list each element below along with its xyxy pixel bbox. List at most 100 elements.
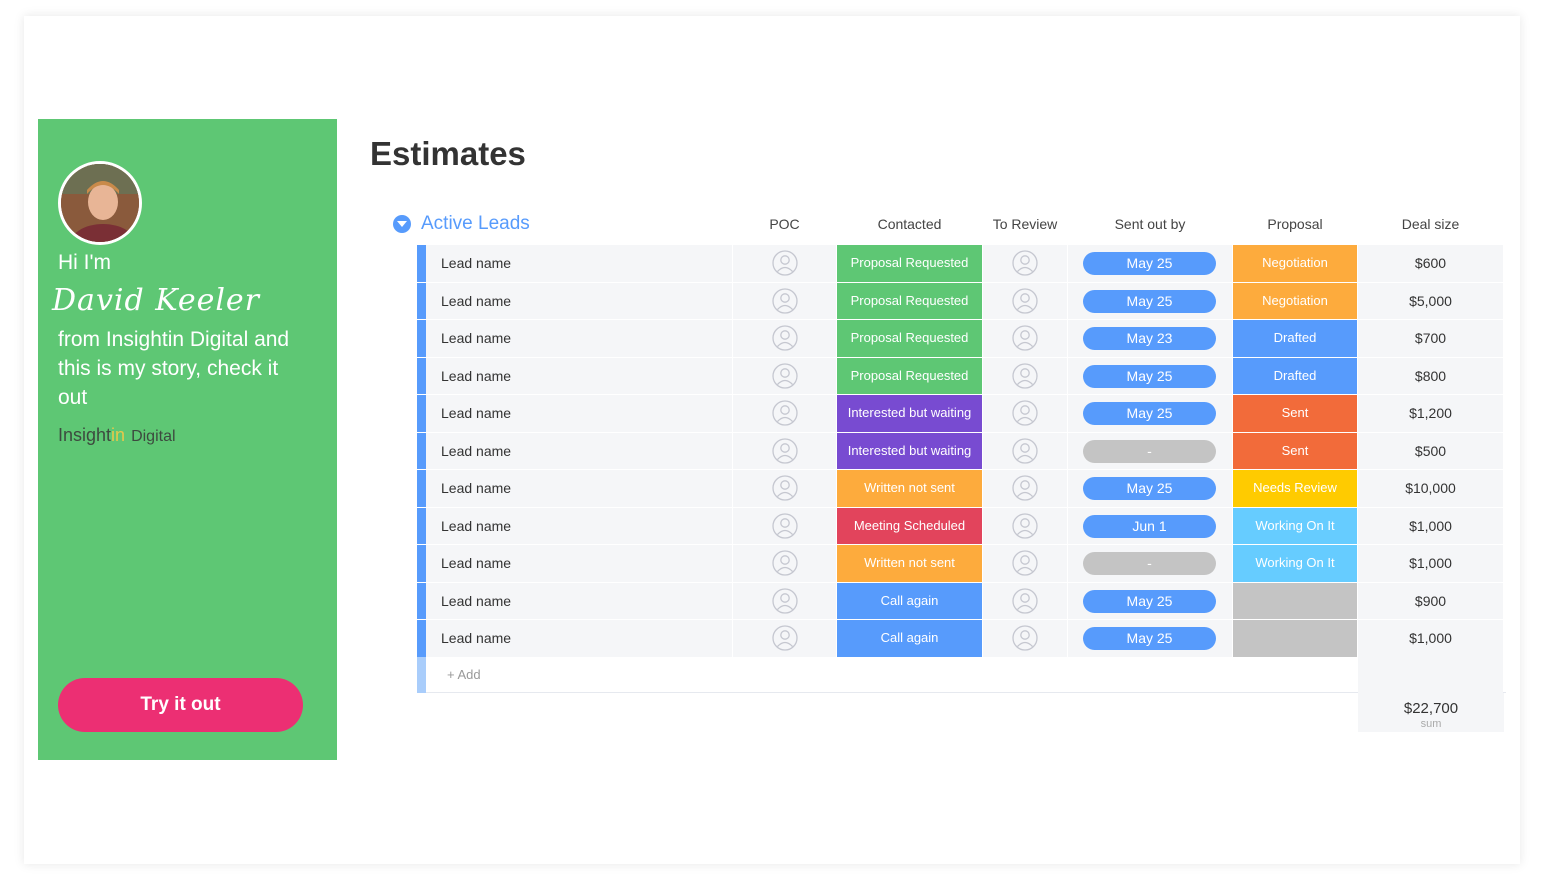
proposal-status[interactable] [1233, 582, 1357, 619]
date-pill[interactable]: May 25 [1083, 364, 1216, 388]
sent-out-by-cell[interactable]: May 25 [1068, 582, 1232, 619]
sent-out-by-cell[interactable]: - [1068, 432, 1232, 469]
table-row[interactable]: Lead name Meeting Scheduled Jun 1 Working O… [417, 507, 1506, 546]
table-row[interactable]: Lead name Call again May 25 $900 [417, 582, 1506, 621]
column-header-to-review[interactable]: To Review [983, 216, 1067, 232]
to-review-cell[interactable] [983, 357, 1067, 394]
sent-out-by-cell[interactable]: Jun 1 [1068, 507, 1232, 544]
deal-size-cell[interactable]: $1,000 [1358, 620, 1503, 657]
lead-name-cell[interactable]: Lead name [426, 507, 732, 544]
lead-name-cell[interactable]: Lead name [426, 582, 732, 619]
deal-size-cell[interactable]: $5,000 [1358, 282, 1503, 319]
contacted-status[interactable]: Written not sent [837, 470, 982, 507]
sent-out-by-cell[interactable]: May 25 [1068, 470, 1232, 507]
person-icon[interactable] [1012, 588, 1038, 614]
proposal-status[interactable]: Drafted [1233, 357, 1357, 394]
person-icon[interactable] [1012, 438, 1038, 464]
person-icon[interactable] [771, 363, 798, 389]
poc-cell[interactable] [733, 245, 836, 282]
deal-size-cell[interactable]: $900 [1358, 582, 1503, 619]
person-icon[interactable] [771, 325, 798, 351]
proposal-status[interactable]: Sent [1233, 395, 1357, 432]
table-row[interactable]: Lead name Proposal Requested May 25 Negotia… [417, 245, 1506, 283]
lead-name-cell[interactable]: Lead name [426, 320, 732, 357]
proposal-status[interactable]: Working On It [1233, 545, 1357, 582]
table-row[interactable]: Lead name Interested but waiting - Sent $500 [417, 432, 1506, 471]
deal-size-cell[interactable]: $800 [1358, 357, 1503, 394]
poc-cell[interactable] [733, 320, 836, 357]
contacted-status[interactable]: Proposal Requested [837, 282, 982, 319]
deal-size-cell[interactable]: $600 [1358, 245, 1503, 282]
sent-out-by-cell[interactable]: May 23 [1068, 320, 1232, 357]
poc-cell[interactable] [733, 620, 836, 657]
add-item-row[interactable]: + Add [417, 657, 1506, 693]
person-icon[interactable] [771, 400, 798, 426]
sent-out-by-cell[interactable]: May 25 [1068, 620, 1232, 657]
sent-out-by-cell[interactable]: - [1068, 545, 1232, 582]
date-pill[interactable]: Jun 1 [1083, 514, 1216, 538]
person-icon[interactable] [771, 588, 798, 614]
contacted-status[interactable]: Interested but waiting [837, 432, 982, 469]
person-icon[interactable] [771, 550, 798, 576]
lead-name-cell[interactable]: Lead name [426, 470, 732, 507]
table-row[interactable]: Lead name Interested but waiting May 25 Sen… [417, 395, 1506, 433]
to-review-cell[interactable] [983, 507, 1067, 544]
poc-cell[interactable] [733, 507, 836, 544]
proposal-status[interactable]: Drafted [1233, 320, 1357, 357]
column-header-sent-out-by[interactable]: Sent out by [1068, 216, 1232, 232]
deal-size-cell[interactable]: $1,000 [1358, 507, 1503, 544]
person-icon[interactable] [771, 625, 798, 651]
poc-cell[interactable] [733, 282, 836, 319]
to-review-cell[interactable] [983, 470, 1067, 507]
contacted-status[interactable]: Written not sent [837, 545, 982, 582]
person-icon[interactable] [771, 438, 798, 464]
to-review-cell[interactable] [983, 320, 1067, 357]
date-pill[interactable]: - [1083, 552, 1216, 575]
sent-out-by-cell[interactable]: May 25 [1068, 282, 1232, 319]
to-review-cell[interactable] [983, 245, 1067, 282]
date-pill[interactable]: May 25 [1083, 289, 1216, 313]
person-icon[interactable] [771, 288, 798, 314]
poc-cell[interactable] [733, 545, 836, 582]
column-header-deal-size[interactable]: Deal size [1358, 216, 1503, 232]
deal-size-cell[interactable]: $10,000 [1358, 470, 1503, 507]
person-icon[interactable] [1012, 400, 1038, 426]
person-icon[interactable] [1012, 513, 1038, 539]
contacted-status[interactable]: Interested but waiting [837, 395, 982, 432]
contacted-status[interactable]: Proposal Requested [837, 245, 982, 282]
person-icon[interactable] [1012, 475, 1038, 501]
poc-cell[interactable] [733, 582, 836, 619]
proposal-status[interactable]: Needs Review [1233, 470, 1357, 507]
proposal-status[interactable]: Sent [1233, 432, 1357, 469]
lead-name-cell[interactable]: Lead name [426, 432, 732, 469]
date-pill[interactable]: May 25 [1083, 402, 1216, 425]
column-header-proposal[interactable]: Proposal [1233, 216, 1357, 232]
lead-name-cell[interactable]: Lead name [426, 620, 732, 657]
person-icon[interactable] [771, 250, 798, 276]
table-row[interactable]: Lead name Written not sent - Working On It $… [417, 545, 1506, 583]
to-review-cell[interactable] [983, 620, 1067, 657]
lead-name-cell[interactable]: Lead name [426, 357, 732, 394]
table-row[interactable]: Lead name Call again May 25 $1,000 [417, 620, 1506, 658]
to-review-cell[interactable] [983, 432, 1067, 469]
person-icon[interactable] [771, 513, 798, 539]
lead-name-cell[interactable]: Lead name [426, 245, 732, 282]
sent-out-by-cell[interactable]: May 25 [1068, 395, 1232, 432]
date-pill[interactable]: May 25 [1083, 477, 1216, 500]
lead-name-cell[interactable]: Lead name [426, 282, 732, 319]
table-row[interactable]: Lead name Proposal Requested May 25 Negotia… [417, 282, 1506, 321]
group-name[interactable]: Active Leads [421, 213, 530, 235]
sent-out-by-cell[interactable]: May 25 [1068, 357, 1232, 394]
column-header-contacted[interactable]: Contacted [837, 216, 982, 232]
lead-name-cell[interactable]: Lead name [426, 395, 732, 432]
poc-cell[interactable] [733, 432, 836, 469]
sent-out-by-cell[interactable]: May 25 [1068, 245, 1232, 282]
to-review-cell[interactable] [983, 545, 1067, 582]
poc-cell[interactable] [733, 357, 836, 394]
date-pill[interactable]: - [1083, 439, 1216, 463]
add-item-label[interactable]: + Add [447, 667, 481, 682]
date-pill[interactable]: May 25 [1083, 252, 1216, 275]
to-review-cell[interactable] [983, 582, 1067, 619]
to-review-cell[interactable] [983, 282, 1067, 319]
contacted-status[interactable]: Proposal Requested [837, 357, 982, 394]
